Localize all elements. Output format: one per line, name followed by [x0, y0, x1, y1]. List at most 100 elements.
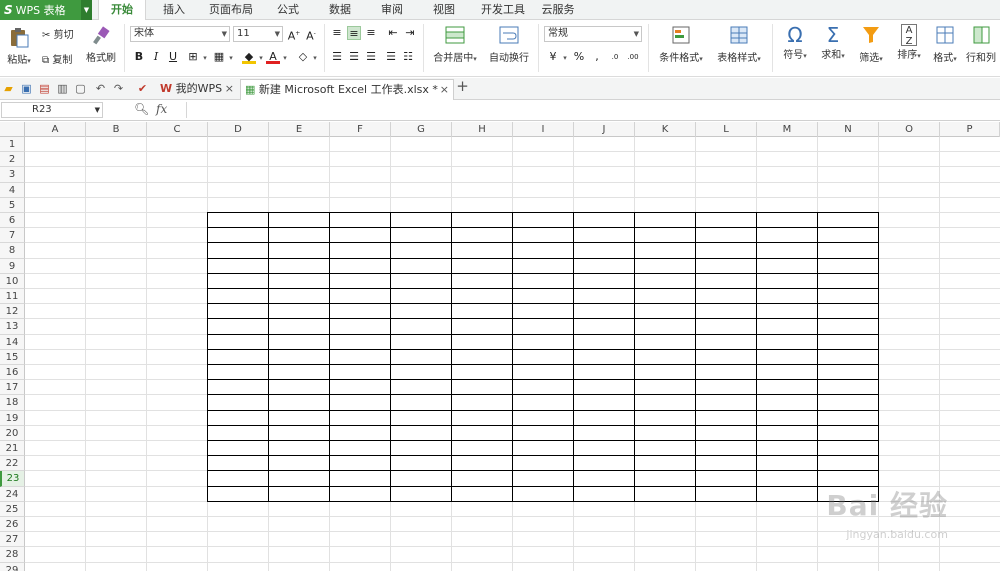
- sort-button[interactable]: AZ 排序▾: [890, 24, 928, 61]
- row-header-13[interactable]: 13: [0, 319, 25, 335]
- italic-icon[interactable]: I: [149, 50, 163, 64]
- chevron-down-icon[interactable]: ▾: [198, 50, 212, 64]
- format-button[interactable]: 格式▾: [928, 24, 962, 64]
- decrease-font-size-icon[interactable]: A-: [304, 27, 318, 43]
- row-header-10[interactable]: 10: [0, 273, 25, 289]
- undo-icon[interactable]: ↶: [94, 82, 107, 95]
- row-header-21[interactable]: 21: [0, 441, 25, 457]
- column-header-o[interactable]: O: [879, 122, 940, 137]
- increase-decimal-icon[interactable]: .0: [608, 50, 622, 64]
- column-header-e[interactable]: E: [269, 122, 330, 137]
- filter-button[interactable]: 筛选▾: [852, 24, 890, 64]
- column-header-l[interactable]: L: [696, 122, 757, 137]
- conditional-format-button[interactable]: 条件格式▾: [652, 24, 710, 64]
- save-icon[interactable]: ▣: [20, 82, 33, 95]
- row-header-12[interactable]: 12: [0, 304, 25, 320]
- column-header-m[interactable]: M: [757, 122, 818, 137]
- copy-button[interactable]: ⧉ 复制: [42, 51, 72, 66]
- column-header-g[interactable]: G: [391, 122, 452, 137]
- chevron-down-icon[interactable]: ▾: [558, 50, 572, 64]
- align-top-icon[interactable]: ≡: [330, 26, 344, 40]
- chevron-down-icon[interactable]: ▾: [224, 50, 238, 64]
- row-header-6[interactable]: 6: [0, 213, 25, 229]
- tab-cloud[interactable]: 云服务: [536, 0, 580, 20]
- tab-page-layout[interactable]: 页面布局: [204, 0, 258, 20]
- paste-button[interactable]: 粘贴▾: [4, 26, 34, 66]
- doc-tab-my-wps[interactable]: W 我的WPS ×: [156, 79, 238, 100]
- row-header-24[interactable]: 24: [0, 486, 25, 502]
- sum-button[interactable]: Σ 求和▾: [814, 24, 852, 61]
- column-header-n[interactable]: N: [818, 122, 879, 137]
- chevron-down-icon[interactable]: ▾: [308, 50, 322, 64]
- row-header-17[interactable]: 17: [0, 380, 25, 396]
- row-header-8[interactable]: 8: [0, 243, 25, 259]
- close-icon[interactable]: ×: [225, 79, 234, 99]
- column-header-c[interactable]: C: [147, 122, 208, 137]
- decrease-indent-icon[interactable]: ⇤: [386, 26, 400, 40]
- table-style-button[interactable]: 表格样式▾: [712, 24, 766, 64]
- row-header-27[interactable]: 27: [0, 532, 25, 548]
- distributed-icon[interactable]: ☷: [401, 50, 415, 64]
- tab-formulas[interactable]: 公式: [268, 0, 308, 20]
- row-header-14[interactable]: 14: [0, 334, 25, 350]
- row-header-5[interactable]: 5: [0, 197, 25, 213]
- align-middle-icon[interactable]: ≡: [347, 26, 361, 40]
- new-tab-button[interactable]: +: [456, 79, 469, 94]
- symbol-button[interactable]: Ω 符号▾: [776, 24, 814, 61]
- zoom-icon[interactable]: 🔍︎: [134, 102, 149, 116]
- increase-indent-icon[interactable]: ⇥: [403, 26, 417, 40]
- row-header-23[interactable]: 23: [0, 471, 25, 487]
- column-header-i[interactable]: I: [513, 122, 574, 137]
- print-icon[interactable]: ▥: [56, 82, 69, 95]
- row-header-7[interactable]: 7: [0, 228, 25, 244]
- underline-icon[interactable]: U: [166, 50, 180, 64]
- column-header-p[interactable]: P: [940, 122, 1000, 137]
- decrease-decimal-icon[interactable]: .00: [626, 50, 640, 64]
- row-header-26[interactable]: 26: [0, 517, 25, 533]
- row-header-9[interactable]: 9: [0, 258, 25, 274]
- column-header-f[interactable]: F: [330, 122, 391, 137]
- rows-cols-button[interactable]: 行和列: [962, 24, 1000, 64]
- row-header-29[interactable]: 29: [0, 562, 25, 571]
- function-icon[interactable]: fx: [156, 102, 167, 116]
- wps-app-menu-button[interactable]: S WPS 表格 ▼: [0, 0, 92, 20]
- row-header-20[interactable]: 20: [0, 425, 25, 441]
- column-header-b[interactable]: B: [86, 122, 147, 137]
- bordered-table[interactable]: [207, 212, 879, 502]
- increase-font-size-icon[interactable]: A+: [287, 27, 301, 43]
- row-header-16[interactable]: 16: [0, 365, 25, 381]
- row-header-25[interactable]: 25: [0, 501, 25, 517]
- formula-input[interactable]: [186, 102, 998, 118]
- font-name-select[interactable]: 宋体 ▼: [130, 26, 230, 42]
- tab-review[interactable]: 审阅: [372, 0, 412, 20]
- align-right-icon[interactable]: ☰: [364, 50, 378, 64]
- align-center-icon[interactable]: ☰: [347, 50, 361, 64]
- tab-data[interactable]: 数据: [320, 0, 360, 20]
- wrap-text-button[interactable]: 自动换行: [486, 24, 532, 64]
- format-painter-button[interactable]: 格式刷: [84, 26, 118, 64]
- column-header-h[interactable]: H: [452, 122, 513, 137]
- row-header-1[interactable]: 1: [0, 137, 25, 153]
- row-header-28[interactable]: 28: [0, 547, 25, 563]
- column-header-a[interactable]: A: [25, 122, 86, 137]
- tab-insert[interactable]: 插入: [154, 0, 194, 20]
- row-header-4[interactable]: 4: [0, 182, 25, 198]
- merge-center-button[interactable]: 合并居中▾: [428, 24, 482, 64]
- align-left-icon[interactable]: ☰: [330, 50, 344, 64]
- font-size-select[interactable]: 11 ▼: [233, 26, 283, 42]
- export-pdf-icon[interactable]: ▤: [38, 82, 51, 95]
- chevron-down-icon[interactable]: ▾: [278, 50, 292, 64]
- align-bottom-icon[interactable]: ≡: [364, 26, 378, 40]
- row-header-2[interactable]: 2: [0, 152, 25, 168]
- cut-button[interactable]: ✂ 剪切: [42, 26, 74, 41]
- bold-icon[interactable]: B: [132, 50, 146, 64]
- print-preview-icon[interactable]: ▢: [74, 82, 87, 95]
- justify-icon[interactable]: ☰: [384, 50, 398, 64]
- close-icon[interactable]: ×: [440, 80, 449, 100]
- tab-home[interactable]: 开始: [98, 0, 146, 21]
- column-header-j[interactable]: J: [574, 122, 635, 137]
- row-header-15[interactable]: 15: [0, 349, 25, 365]
- number-format-select[interactable]: 常规 ▼: [544, 26, 642, 42]
- doc-tab-workbook[interactable]: ▦ 新建 Microsoft Excel 工作表.xlsx * ×: [240, 79, 454, 100]
- thousands-separator-icon[interactable]: ,: [590, 50, 604, 64]
